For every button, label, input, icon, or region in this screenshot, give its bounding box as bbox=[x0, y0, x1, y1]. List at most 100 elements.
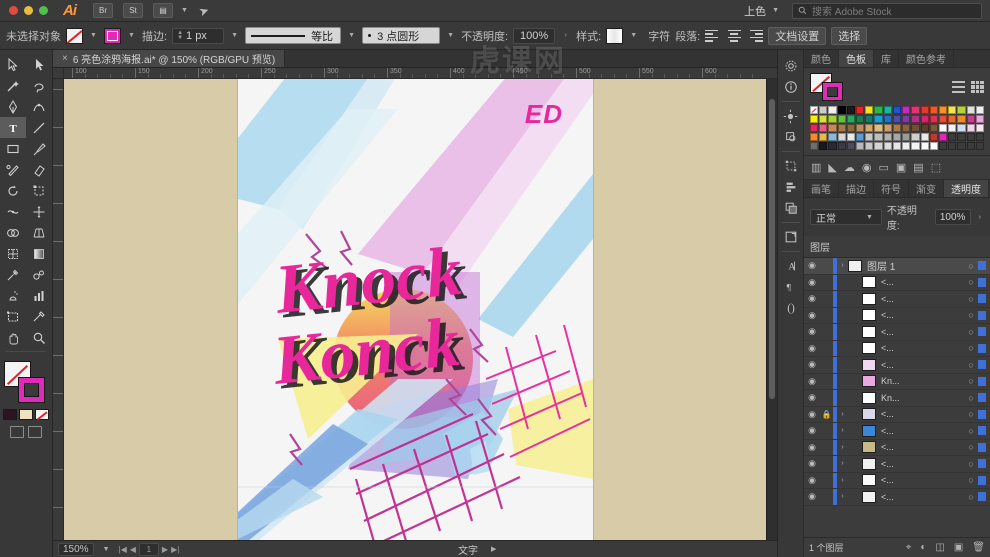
stroke-chevron-down-icon[interactable]: ▼ bbox=[126, 29, 137, 43]
screen-mode-icon[interactable] bbox=[28, 426, 42, 438]
layer-name-label[interactable]: <... bbox=[881, 360, 964, 370]
tab-stroke[interactable]: 描边 bbox=[839, 180, 874, 197]
close-window-button[interactable] bbox=[9, 6, 18, 15]
canvas-vertical-scrollbar[interactable] bbox=[766, 79, 777, 540]
color-swatch[interactable] bbox=[837, 115, 846, 123]
color-swatch[interactable] bbox=[948, 124, 957, 132]
rotate-tool[interactable] bbox=[0, 180, 26, 201]
color-swatch[interactable] bbox=[938, 106, 948, 114]
layer-name-label[interactable]: <... bbox=[881, 409, 964, 419]
delete-swatch-icon[interactable]: ▤ bbox=[913, 161, 923, 174]
color-swatch[interactable] bbox=[929, 115, 938, 123]
color-swatch[interactable] bbox=[920, 142, 929, 150]
layer-name-label[interactable]: <... bbox=[881, 294, 964, 304]
layer-visibility-eye-icon[interactable]: ◉ bbox=[804, 409, 820, 420]
tab-color-guide[interactable]: 颜色参考 bbox=[899, 50, 954, 67]
first-artboard-icon[interactable]: |◀ bbox=[119, 545, 127, 554]
layer-target-icon[interactable]: ○ bbox=[964, 277, 978, 287]
color-swatch[interactable] bbox=[902, 133, 911, 141]
layer-visibility-eye-icon[interactable]: ◉ bbox=[804, 277, 820, 288]
color-swatch[interactable] bbox=[828, 142, 837, 150]
color-swatch[interactable] bbox=[883, 142, 892, 150]
color-swatch[interactable] bbox=[957, 124, 966, 132]
layer-thumbnail[interactable] bbox=[862, 358, 876, 371]
new-layer-icon[interactable]: ▣ bbox=[954, 542, 963, 553]
color-swatch[interactable] bbox=[938, 115, 948, 123]
layer-target-icon[interactable]: ○ bbox=[964, 492, 978, 502]
color-swatch[interactable] bbox=[920, 124, 929, 132]
show-swatch-kinds-icon[interactable]: ◣ bbox=[828, 161, 836, 174]
gradient-tool[interactable] bbox=[26, 243, 52, 264]
close-icon[interactable]: × bbox=[62, 53, 68, 64]
fill-stroke-control[interactable] bbox=[2, 361, 50, 405]
color-swatch[interactable] bbox=[920, 133, 929, 141]
layer-name-label[interactable]: <... bbox=[881, 459, 964, 469]
selection-tool[interactable] bbox=[0, 54, 26, 75]
layer-row[interactable]: ◉ › <... ○ bbox=[804, 489, 990, 506]
window-controls[interactable] bbox=[0, 6, 57, 15]
brush-chevron-down-icon[interactable]: ▼ bbox=[445, 29, 456, 43]
screen-mode-buttons[interactable] bbox=[0, 426, 52, 438]
document-setup-button[interactable]: 文档设置 bbox=[768, 26, 827, 45]
stroke-profile-select[interactable]: 等比 bbox=[245, 27, 342, 44]
layer-expand-chevron-icon[interactable]: › bbox=[837, 444, 848, 451]
color-swatch[interactable] bbox=[966, 142, 975, 150]
paragraph-panel-icon[interactable]: ¶ bbox=[780, 277, 802, 297]
layer-expand-chevron-icon[interactable]: › bbox=[837, 262, 848, 269]
blend-mode-select[interactable]: 正常 ▼ bbox=[810, 209, 882, 225]
width-tool[interactable] bbox=[0, 201, 26, 222]
ruler-corner[interactable] bbox=[53, 68, 64, 79]
color-swatch[interactable] bbox=[865, 106, 874, 114]
color-swatch[interactable] bbox=[920, 115, 929, 123]
opacity-input[interactable]: 100% bbox=[513, 27, 556, 44]
layer-thumbnail[interactable] bbox=[862, 309, 876, 322]
grid-view-icon[interactable] bbox=[971, 81, 984, 93]
horizontal-ruler[interactable]: 100 150 200 250 300 350 400 450 500 550 600 bbox=[64, 68, 777, 79]
swatch-options-icon[interactable]: ⬚ bbox=[931, 161, 941, 174]
glyphs-panel-icon[interactable]: () bbox=[780, 298, 802, 318]
tab-swatches[interactable]: 色板 bbox=[839, 50, 874, 67]
layer-name-label[interactable]: <... bbox=[881, 492, 964, 502]
layer-name-label[interactable]: <... bbox=[881, 426, 964, 436]
layer-name-label[interactable]: Kn... bbox=[881, 393, 964, 403]
layer-target-icon[interactable]: ○ bbox=[964, 294, 978, 304]
color-swatch[interactable] bbox=[911, 133, 920, 141]
delete-layer-icon[interactable]: 🗑 bbox=[972, 542, 985, 553]
color-swatch[interactable] bbox=[892, 142, 902, 150]
eraser-tool[interactable] bbox=[26, 159, 52, 180]
layer-expand-chevron-icon[interactable]: › bbox=[837, 493, 848, 500]
color-swatch[interactable] bbox=[819, 133, 828, 141]
free-transform-tool[interactable] bbox=[26, 201, 52, 222]
layer-visibility-eye-icon[interactable]: ◉ bbox=[804, 442, 820, 453]
brush-definition-select[interactable]: 3 点圆形 bbox=[362, 27, 441, 44]
artboard-tool[interactable] bbox=[0, 306, 26, 327]
align-panel-icon[interactable] bbox=[780, 177, 802, 197]
layer-visibility-eye-icon[interactable]: ◉ bbox=[804, 475, 820, 486]
poster-artwork[interactable]: ED Knock Knock Konck Konck bbox=[237, 79, 593, 540]
color-swatch[interactable] bbox=[948, 142, 957, 150]
layer-target-icon[interactable]: ○ bbox=[964, 475, 978, 485]
layer-target-icon[interactable]: ○ bbox=[964, 360, 978, 370]
column-graph-tool[interactable] bbox=[26, 285, 52, 306]
layer-row[interactable]: ◉ <... ○ bbox=[804, 340, 990, 357]
layer-thumbnail[interactable] bbox=[862, 375, 876, 388]
layer-row[interactable]: ◉ <... ○ bbox=[804, 291, 990, 308]
layer-target-icon[interactable]: ○ bbox=[964, 442, 978, 452]
list-view-icon[interactable] bbox=[952, 81, 965, 93]
layer-visibility-eye-icon[interactable]: ◉ bbox=[804, 293, 820, 304]
color-swatch[interactable] bbox=[846, 133, 856, 141]
color-swatch[interactable] bbox=[929, 106, 938, 114]
color-swatch[interactable] bbox=[828, 133, 837, 141]
curvature-tool[interactable] bbox=[26, 96, 52, 117]
layer-thumbnail[interactable] bbox=[862, 391, 876, 404]
layer-target-icon[interactable]: ○ bbox=[964, 393, 978, 403]
layer-visibility-eye-icon[interactable]: ◉ bbox=[804, 425, 820, 436]
stock-button[interactable]: St bbox=[118, 3, 148, 18]
color-swatch[interactable] bbox=[819, 106, 828, 114]
color-swatch[interactable] bbox=[892, 106, 902, 114]
color-swatch[interactable] bbox=[929, 133, 938, 141]
color-swatch[interactable] bbox=[856, 106, 865, 114]
layer-thumbnail[interactable] bbox=[862, 292, 876, 305]
select-menu-button[interactable]: 选择 bbox=[831, 26, 868, 45]
last-artboard-icon[interactable]: ▶| bbox=[171, 545, 179, 554]
